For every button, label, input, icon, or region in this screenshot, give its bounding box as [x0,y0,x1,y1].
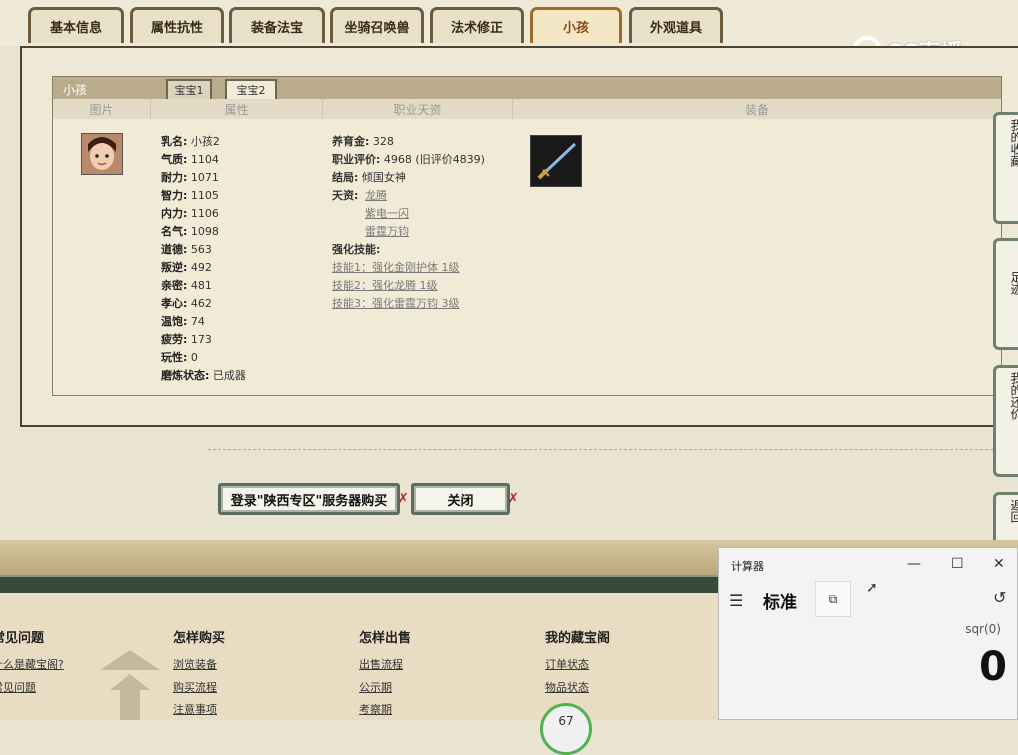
attr-row: 叛逆: 492 [161,261,212,274]
attr-row: 气质: 1104 [161,153,219,166]
floating-badge[interactable]: 67 [540,703,592,755]
footer-link[interactable]: 考察期 [359,701,392,717]
col-header-attributes: 属性 [151,99,323,119]
calculator-expression: sqr(0) [965,622,1001,636]
attr-row: 孝心: 462 [161,297,212,310]
equipment-slot[interactable] [530,135,582,187]
attr-row: 耐力: 1071 [161,171,219,184]
tab-basic-info[interactable]: 基本信息 [28,7,124,43]
login-buy-label: 登录"陕西专区"服务器购买 [230,493,388,509]
login-buy-button[interactable]: 登录"陕西专区"服务器购买 ✗ [218,483,409,515]
attr-row: 磨炼状态: 已成器 [161,369,246,382]
pagoda-icon [100,650,160,720]
footer-link[interactable]: 购买流程 [173,679,217,695]
career-skills-label: 强化技能: [332,243,381,256]
attr-row: 疲劳: 173 [161,333,212,346]
tab-attributes[interactable]: 属性抗性 [130,7,224,43]
keep-on-top-icon[interactable]: ⧉ [815,581,851,617]
attr-row: 乳名: 小孩2 [161,135,220,148]
talent-link[interactable]: 紫电一闪 [365,205,409,221]
close-icon[interactable]: ✕ [993,556,1005,572]
history-icon[interactable]: ↺ [993,588,1006,607]
career-rating: 职业评价: 4968 (旧评价4839) [332,153,485,166]
tab-equipment[interactable]: 装备法宝 [229,7,325,43]
ribbon-icon: ✗ [507,491,519,507]
attr-row: 亲密: 481 [161,279,212,292]
hamburger-menu-icon[interactable]: ☰ [729,591,743,610]
career-ending: 结局: 倾国女神 [332,171,406,184]
mouse-cursor-icon: ➚ [866,580,878,596]
career-fund: 养育金: 328 [332,135,394,148]
maximize-icon[interactable]: ☐ [951,556,964,572]
attr-row: 内力: 1106 [161,207,219,220]
child-portrait-icon [82,134,122,174]
calculator-display: 0 [979,644,1007,690]
attr-row: 道德: 563 [161,243,212,256]
child-panel: 小孩 宝宝1 宝宝2 图片 属性 职业天资 装备 乳名: 小孩2 气质: 110… [52,76,1002,396]
footer-link[interactable]: 公示期 [359,679,392,695]
subtab-baby2[interactable]: 宝宝2 [225,79,277,99]
col-header-equipment: 装备 [513,99,1001,119]
side-tab-favorites[interactable]: 我的收藏 [993,112,1018,224]
skill-link[interactable]: 技能3：强化雷霆万钧 3级 [332,295,460,311]
child-avatar [81,133,123,175]
attr-row: 温饱: 74 [161,315,205,328]
footer-col-title: 常见问题 [0,631,45,646]
footer-col-title: 怎样购买 [173,631,226,646]
attr-row: 智力: 1105 [161,189,219,202]
tab-child[interactable]: 小孩 [530,7,622,43]
footer-col-title: 怎样出售 [359,631,412,646]
sword-icon [537,142,577,180]
footer-link[interactable]: 常见问题 [0,679,36,695]
close-label: 关闭 [447,493,474,509]
col-header-career: 职业天资 [323,99,513,119]
footer-link[interactable]: 订单状态 [545,656,589,672]
tab-mounts[interactable]: 坐骑召唤兽 [330,7,424,43]
footer-link[interactable]: 浏览装备 [173,656,217,672]
tab-spells[interactable]: 法术修正 [430,7,524,43]
side-tab-footprints[interactable]: 足迹 [993,238,1018,350]
close-button[interactable]: 关闭 ✗ [411,483,519,515]
tab-appearance[interactable]: 外观道具 [629,7,723,43]
divider [208,449,1018,450]
col-header-image: 图片 [53,99,151,119]
attr-row: 玩性: 0 [161,351,198,364]
skill-link[interactable]: 技能2：强化龙腾 1级 [332,277,438,293]
career-talent-label: 天资: [332,189,359,202]
attr-row: 名气: 1098 [161,225,219,238]
subtab-baby1[interactable]: 宝宝1 [166,79,212,99]
skill-link[interactable]: 技能1：强化金刚护体 1级 [332,259,460,275]
calculator-title: 计算器 [731,560,764,573]
talent-link[interactable]: 龙腾 [365,187,387,203]
panel-title: 小孩 [63,83,88,97]
side-tab-bargain[interactable]: 我的还价 [993,365,1018,477]
footer-link[interactable]: 出售流程 [359,656,403,672]
minimize-icon[interactable]: — [907,556,921,572]
talent-link[interactable]: 雷霆万钧 [365,223,409,239]
footer-link[interactable]: 注意事项 [173,701,217,717]
calculator-window: 计算器 — ☐ ✕ ☰ 标准 ⧉ ↺ sqr(0) 0 [718,547,1018,720]
footer-link[interactable]: 物品状态 [545,679,589,695]
footer-col-title: 我的藏宝阁 [545,631,611,646]
ribbon-icon: ✗ [397,491,409,507]
calculator-mode: 标准 [763,593,797,613]
footer-link[interactable]: 什么是藏宝阁? [0,656,64,672]
